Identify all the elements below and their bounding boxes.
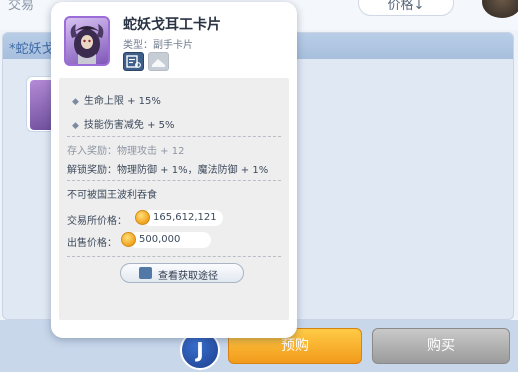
item-type: 类型：副手卡片 [123,40,193,51]
attribute-text: 技能伤害减免 + 5% [83,120,175,131]
card-info-icon-glyph [126,55,141,68]
item-card-icon [64,16,110,66]
attribute-hp: ◆ 生命上限 + 15% [72,92,161,107]
card-slot-icon-glyph [152,59,165,67]
view-source-button[interactable]: 查看获取途径 [120,263,244,283]
restriction-text: 不可被国王波利吞食 [67,190,157,201]
diamond-bullet-icon: ◆ [72,121,79,131]
source-list-icon [139,267,152,279]
item-details-box: ◆ 生命上限 + 15% ◆ 技能伤害减免 + 5% 存入奖励：物理攻击 + 12 … [59,78,289,320]
diamond-bullet-icon: ◆ [72,97,79,107]
unlock-reward: 解锁奖励：物理防御 + 1%，魔法防御 + 1% [67,165,269,176]
card-info-icon[interactable] [123,52,144,71]
exchange-price-label: 交易所价格： [67,216,127,227]
attribute-text: 生命上限 + 15% [83,96,161,107]
divider [67,180,281,181]
price-sort-button[interactable]: 价格↓ [358,0,454,16]
divider [67,256,281,257]
buy-button[interactable]: 购买 [372,328,510,364]
item-name: 蛇妖戈耳工卡片 [123,17,221,33]
gorgon-card-icon [70,24,104,64]
deposit-reward: 存入奖励：物理攻击 + 12 [67,146,185,157]
card-slot-icon [148,52,169,71]
view-source-label: 查看获取途径 [158,271,218,282]
sell-price-value: 500,000 [129,232,211,248]
exchange-price-value: 165,612,121 [143,210,223,226]
item-tooltip: 蛇妖戈耳工卡片 类型：副手卡片 ◆ 生命上限 + 15% ◆ 技能伤害减免 + 5%… [51,2,297,338]
sell-price-label: 出售价格： [67,238,117,249]
exchange-tab[interactable]: 交易 [8,0,34,13]
zeny-coin-icon [135,210,150,225]
panel-header-title: *蛇妖戈 [9,42,55,57]
zeny-coin-icon [121,232,136,247]
attribute-skill-damage: ◆ 技能伤害减免 + 5% [72,116,175,131]
divider [67,136,281,137]
